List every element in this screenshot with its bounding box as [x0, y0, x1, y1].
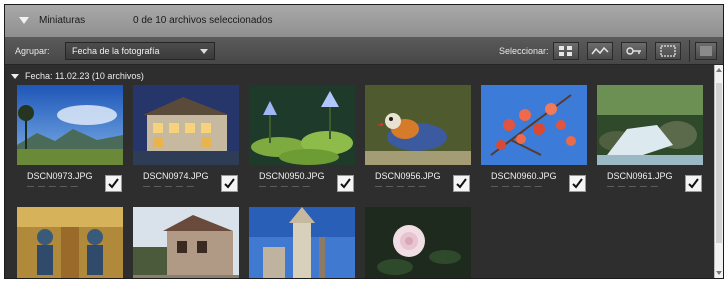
thumbnail-grid: Fecha: 11.02.23 (10 archivos) DSCN0973.J…	[5, 65, 715, 278]
check-icon	[572, 178, 583, 189]
file-name: DSCN0956.JPG	[375, 171, 441, 181]
photo-thumbnail-lotus[interactable]	[249, 85, 355, 165]
file-name: DSCN0950.JPG	[259, 171, 325, 181]
photo-thumbnail-building-night[interactable]	[133, 85, 239, 165]
panel-title: Miniaturas	[39, 15, 86, 26]
photo-thumbnail-temple-statues[interactable]	[17, 207, 123, 278]
scroll-up-arrow-icon[interactable]	[716, 68, 722, 72]
rating-placeholder: — — — — —	[375, 183, 427, 190]
photo-thumbnail-tower[interactable]	[249, 207, 355, 278]
scrollbar-thumb[interactable]	[716, 83, 722, 243]
toolbar-divider	[689, 40, 690, 62]
chevron-down-icon	[200, 49, 208, 54]
select-protected-button[interactable]	[621, 42, 647, 60]
check-icon	[108, 178, 119, 189]
panel-icon	[700, 46, 712, 56]
group-by-label: Agrupar:	[15, 46, 50, 56]
file-name: DSCN0973.JPG	[27, 171, 93, 181]
view-options-button[interactable]	[695, 42, 717, 60]
photo-thumbnail-stream[interactable]	[597, 85, 703, 165]
select-checkbox[interactable]	[337, 175, 354, 192]
thumbnails-panel: Miniaturas 0 de 10 archivos seleccionado…	[4, 4, 724, 279]
select-checkbox[interactable]	[569, 175, 586, 192]
photo-thumbnail-old-building[interactable]	[133, 207, 239, 278]
check-icon	[340, 178, 351, 189]
toolbar: Agrupar: Fecha de la fotografía Seleccio…	[5, 38, 723, 65]
file-name: DSCN0960.JPG	[491, 171, 557, 181]
frame-icon	[660, 45, 676, 57]
selection-count: 0 de 10 archivos seleccionados	[133, 15, 273, 26]
select-checkbox[interactable]	[221, 175, 238, 192]
panel-title-bar[interactable]: Miniaturas 0 de 10 archivos seleccionado…	[5, 5, 723, 38]
date-group-header[interactable]: Fecha: 11.02.23 (10 archivos)	[11, 71, 144, 81]
grid-icon	[559, 46, 572, 56]
select-checkbox[interactable]	[685, 175, 702, 192]
wave-icon	[591, 46, 609, 55]
rating-placeholder: — — — — —	[491, 183, 543, 190]
photo-thumbnail-duck[interactable]	[365, 85, 471, 165]
vertical-scrollbar[interactable]	[714, 65, 723, 278]
check-icon	[688, 178, 699, 189]
group-by-dropdown[interactable]: Fecha de la fotografía	[65, 42, 215, 60]
select-checkbox[interactable]	[105, 175, 122, 192]
select-frame-button[interactable]	[655, 42, 681, 60]
select-checkbox[interactable]	[453, 175, 470, 192]
select-by-rating-button[interactable]	[587, 42, 613, 60]
rating-placeholder: — — — — —	[607, 183, 659, 190]
file-name: DSCN0961.JPG	[607, 171, 673, 181]
collapse-arrow-icon[interactable]	[19, 17, 29, 24]
check-icon	[456, 178, 467, 189]
rating-placeholder: — — — — —	[259, 183, 311, 190]
date-group-label: Fecha: 11.02.23 (10 archivos)	[25, 71, 144, 81]
group-collapse-arrow-icon[interactable]	[11, 74, 19, 80]
key-icon	[626, 47, 641, 55]
scroll-down-arrow-icon[interactable]	[716, 271, 722, 275]
photo-thumbnail-berries[interactable]	[481, 85, 587, 165]
photo-thumbnail-rose[interactable]	[365, 207, 471, 278]
rating-placeholder: — — — — —	[27, 183, 79, 190]
file-name: DSCN0974.JPG	[143, 171, 209, 181]
rating-placeholder: — — — — —	[143, 183, 195, 190]
group-by-value: Fecha de la fotografía	[72, 46, 160, 56]
photo-thumbnail-mountain[interactable]	[17, 85, 123, 165]
check-icon	[224, 178, 235, 189]
select-all-button[interactable]	[553, 42, 579, 60]
select-label: Seleccionar:	[499, 46, 549, 56]
